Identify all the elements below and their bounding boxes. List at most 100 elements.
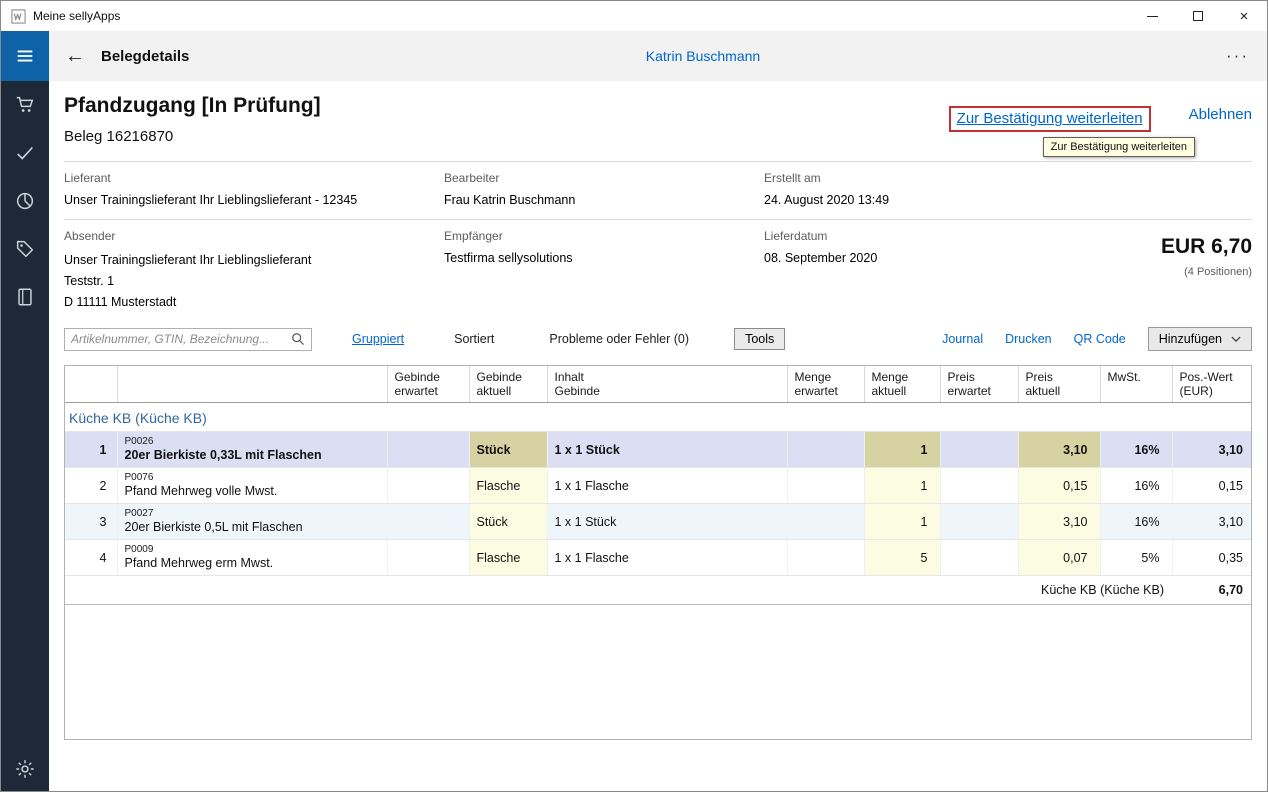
mwst-cell: 16% bbox=[1100, 504, 1172, 540]
article-cell: P0076Pfand Mehrweg volle Mwst. bbox=[117, 468, 387, 504]
back-button[interactable]: ← bbox=[65, 45, 93, 68]
menge-aktuell-cell[interactable]: 5 bbox=[864, 540, 940, 576]
hinzufuegen-label: Hinzufügen bbox=[1159, 332, 1222, 346]
erstellt-label: Erstellt am bbox=[764, 171, 1252, 185]
gebinde-aktuell-cell[interactable]: Flasche bbox=[469, 540, 547, 576]
drucken-link[interactable]: Drucken bbox=[1005, 332, 1052, 346]
gebinde-aktuell-cell[interactable]: Flasche bbox=[469, 468, 547, 504]
titlebar: Meine sellyApps × bbox=[1, 1, 1267, 31]
hamburger-icon bbox=[14, 45, 36, 67]
search-icon[interactable] bbox=[291, 332, 305, 346]
table-row[interactable]: 4 P0009Pfand Mehrweg erm Mwst. Flasche 1… bbox=[65, 540, 1252, 576]
row-number: 1 bbox=[65, 432, 117, 468]
chevron-down-icon bbox=[1231, 336, 1241, 343]
preis-aktuell-cell[interactable]: 0,15 bbox=[1018, 468, 1100, 504]
menge-erwartet-cell bbox=[787, 468, 864, 504]
header-mwst: MwSt. bbox=[1100, 366, 1172, 403]
minimize-icon bbox=[1147, 16, 1158, 17]
header-inhalt-gebinde: Inhalt Gebinde bbox=[547, 366, 787, 403]
settings-gear-icon bbox=[14, 758, 36, 780]
mwst-cell: 16% bbox=[1100, 468, 1172, 504]
gebinde-aktuell-cell[interactable]: Stück bbox=[469, 432, 547, 468]
inhalt-gebinde-cell: 1 x 1 Stück bbox=[547, 432, 787, 468]
preis-aktuell-cell[interactable]: 3,10 bbox=[1018, 504, 1100, 540]
table-header-row: Gebinde erwartet Gebinde aktuell Inhalt … bbox=[65, 366, 1252, 403]
menge-erwartet-cell bbox=[787, 504, 864, 540]
reject-link[interactable]: Ablehnen bbox=[1189, 106, 1252, 123]
menge-aktuell-cell[interactable]: 1 bbox=[864, 504, 940, 540]
row-number: 3 bbox=[65, 504, 117, 540]
empfaenger-label: Empfänger bbox=[444, 229, 764, 243]
article-cell: P002620er Bierkiste 0,33L mit Flaschen bbox=[117, 432, 387, 468]
minimize-button[interactable] bbox=[1129, 1, 1175, 31]
sidebar-item-offers[interactable] bbox=[1, 225, 49, 273]
sidebar-item-cart[interactable] bbox=[1, 81, 49, 129]
qr-code-link[interactable]: QR Code bbox=[1074, 332, 1126, 346]
close-button[interactable]: × bbox=[1221, 1, 1267, 31]
tooltip: Zur Bestätigung weiterleiten bbox=[1043, 137, 1195, 157]
menu-button[interactable] bbox=[1, 31, 49, 81]
tools-button[interactable]: Tools bbox=[734, 328, 785, 350]
journal-link[interactable]: Journal bbox=[942, 332, 983, 346]
app-window: Meine sellyApps × bbox=[0, 0, 1268, 792]
row-number: 2 bbox=[65, 468, 117, 504]
maximize-icon bbox=[1193, 11, 1203, 21]
info-row-2: Absender Unser Trainingslieferant Ihr Li… bbox=[64, 220, 1252, 324]
sidebar-item-reports[interactable] bbox=[1, 177, 49, 225]
inhalt-gebinde-cell: 1 x 1 Flasche bbox=[547, 468, 787, 504]
group-header[interactable]: Küche KB (Küche KB) bbox=[65, 403, 1252, 432]
user-name[interactable]: Katrin Buschmann bbox=[139, 48, 1267, 64]
book-icon bbox=[14, 286, 36, 308]
total-amount: EUR 6,70 bbox=[1161, 235, 1252, 259]
lieferdatum-label: Lieferdatum bbox=[764, 229, 1161, 243]
mwst-cell: 16% bbox=[1100, 432, 1172, 468]
header-preis-aktuell: Preis aktuell bbox=[1018, 366, 1100, 403]
pos-wert-cell: 3,10 bbox=[1172, 432, 1252, 468]
preis-erwartet-cell bbox=[940, 432, 1018, 468]
menge-aktuell-cell[interactable]: 1 bbox=[864, 468, 940, 504]
preis-aktuell-cell[interactable]: 0,07 bbox=[1018, 540, 1100, 576]
settings-button[interactable] bbox=[1, 745, 49, 792]
inhalt-gebinde-cell: 1 x 1 Flasche bbox=[547, 540, 787, 576]
header-num bbox=[65, 366, 117, 403]
page-header: ← Belegdetails Katrin Buschmann ··· bbox=[49, 31, 1267, 81]
group-header-row[interactable]: Küche KB (Küche KB) bbox=[65, 403, 1252, 432]
maximize-button[interactable] bbox=[1175, 1, 1221, 31]
menge-aktuell-cell[interactable]: 1 bbox=[864, 432, 940, 468]
menge-erwartet-cell bbox=[787, 540, 864, 576]
gebinde-erwartet-cell bbox=[387, 468, 469, 504]
inhalt-gebinde-cell: 1 x 1 Stück bbox=[547, 504, 787, 540]
gebinde-erwartet-cell bbox=[387, 504, 469, 540]
search-input[interactable] bbox=[71, 332, 291, 346]
erstellt-value: 24. August 2020 13:49 bbox=[764, 192, 1252, 208]
table-row[interactable]: 1 P002620er Bierkiste 0,33L mit Flaschen… bbox=[65, 432, 1252, 468]
bearbeiter-label: Bearbeiter bbox=[444, 171, 764, 185]
forward-link[interactable]: Zur Bestätigung weiterleiten bbox=[957, 110, 1143, 127]
hinzufuegen-button[interactable]: Hinzufügen bbox=[1148, 327, 1252, 351]
probleme-filter[interactable]: Probleme oder Fehler (0) bbox=[549, 332, 689, 346]
mwst-cell: 5% bbox=[1100, 540, 1172, 576]
sortiert-toggle[interactable]: Sortiert bbox=[454, 332, 494, 346]
preis-aktuell-cell[interactable]: 3,10 bbox=[1018, 432, 1100, 468]
bearbeiter-value: Frau Katrin Buschmann bbox=[444, 192, 764, 208]
table-row[interactable]: 2 P0076Pfand Mehrweg volle Mwst. Flasche… bbox=[65, 468, 1252, 504]
document-title: Pfandzugang [In Prüfung] bbox=[64, 93, 321, 119]
header-menge-aktuell: Menge aktuell bbox=[864, 366, 940, 403]
sidebar-item-tasks[interactable] bbox=[1, 129, 49, 177]
header-gebinde-aktuell: Gebinde aktuell bbox=[469, 366, 547, 403]
gruppiert-toggle[interactable]: Gruppiert bbox=[352, 332, 404, 346]
menge-erwartet-cell bbox=[787, 432, 864, 468]
forward-link-highlight: Zur Bestätigung weiterleiten bbox=[949, 106, 1151, 132]
window-title: Meine sellyApps bbox=[33, 9, 120, 23]
sidebar-item-catalog[interactable] bbox=[1, 273, 49, 321]
empfaenger-value: Testfirma sellysolutions bbox=[444, 250, 764, 266]
gebinde-aktuell-cell[interactable]: Stück bbox=[469, 504, 547, 540]
table-row[interactable]: 3 P002720er Bierkiste 0,5L mit Flaschen … bbox=[65, 504, 1252, 540]
pos-wert-cell: 0,35 bbox=[1172, 540, 1252, 576]
pos-wert-cell: 0,15 bbox=[1172, 468, 1252, 504]
row-number: 4 bbox=[65, 540, 117, 576]
more-menu-button[interactable]: ··· bbox=[1226, 46, 1249, 66]
positions-table: Gebinde erwartet Gebinde aktuell Inhalt … bbox=[64, 365, 1252, 740]
article-cell: P002720er Bierkiste 0,5L mit Flaschen bbox=[117, 504, 387, 540]
absender-value: Unser Trainingslieferant Ihr Lieblingsli… bbox=[64, 250, 444, 313]
